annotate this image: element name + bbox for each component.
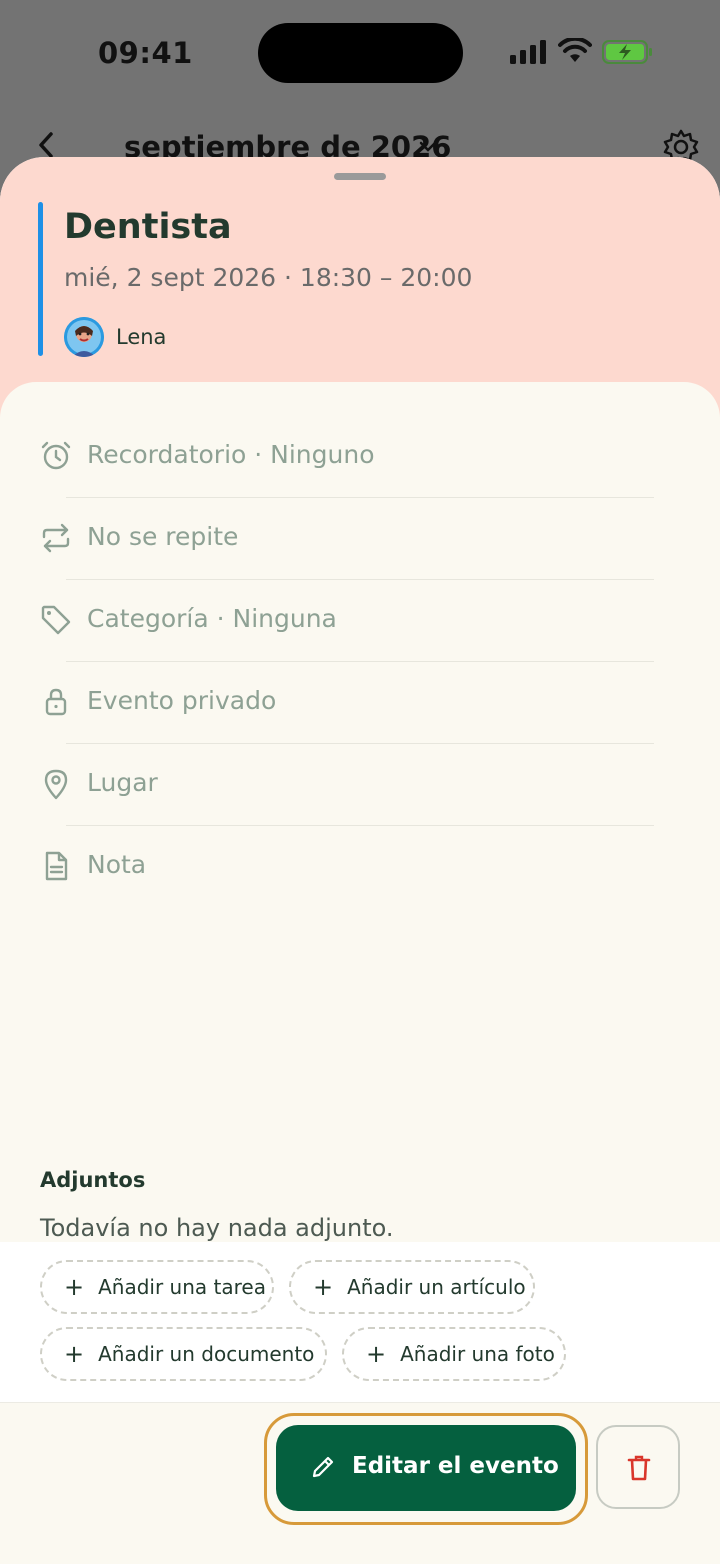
event-detail-sheet: Dentista mié, 2 sept 2026 · 18:30 – 20:0…: [0, 157, 720, 1564]
chevron-down-icon: [419, 141, 437, 152]
plus-icon: +: [64, 1340, 85, 1368]
plus-icon: +: [313, 1273, 334, 1301]
delete-event-button[interactable]: [596, 1425, 680, 1509]
detail-row-reminder[interactable]: Recordatorio · Ninguno: [0, 416, 720, 498]
attachments-title: Adjuntos: [40, 1168, 146, 1192]
chip-label: Añadir una tarea: [98, 1275, 266, 1299]
event-color-bar: [38, 202, 43, 356]
location-pin-icon: [44, 769, 68, 800]
tag-icon: [41, 605, 71, 635]
event-header: Dentista mié, 2 sept 2026 · 18:30 – 20:0…: [0, 157, 720, 417]
alarm-clock-icon: [41, 441, 71, 470]
wifi-icon: [558, 38, 592, 62]
action-footer: Editar el evento: [0, 1402, 720, 1564]
pencil-icon: [312, 1456, 334, 1478]
repeat-icon: [42, 523, 70, 553]
add-task-chip[interactable]: + Añadir una tarea: [40, 1260, 274, 1314]
status-bar: 09:41: [0, 0, 720, 110]
dynamic-island: [258, 23, 463, 83]
detail-label: Recordatorio · Ninguno: [87, 440, 375, 469]
event-datetime: mié, 2 sept 2026 · 18:30 – 20:00: [64, 263, 473, 292]
detail-label: No se repite: [87, 522, 239, 551]
add-document-chip[interactable]: + Añadir un documento: [40, 1327, 327, 1381]
plus-icon: +: [366, 1340, 387, 1368]
chip-label: Añadir un artículo: [347, 1275, 526, 1299]
event-details-body: Recordatorio · Ninguno No se repite Cate…: [0, 382, 720, 1381]
detail-row-repeat[interactable]: No se repite: [0, 498, 720, 580]
chip-label: Añadir una foto: [400, 1342, 555, 1366]
event-participant-name: Lena: [116, 325, 167, 349]
detail-label: Categoría · Ninguna: [87, 604, 337, 633]
person-avatar-icon: [64, 317, 104, 357]
cellular-signal-icon: [510, 40, 546, 64]
add-article-chip[interactable]: + Añadir un artículo: [289, 1260, 535, 1314]
battery-charging-icon: [602, 40, 652, 64]
detail-label: Nota: [87, 850, 147, 879]
detail-row-note[interactable]: Nota: [0, 826, 720, 908]
detail-row-category[interactable]: Categoría · Ninguna: [0, 580, 720, 662]
attachments-empty-text: Todavía no hay nada adjunto.: [40, 1214, 394, 1242]
detail-label: Evento privado: [87, 686, 277, 715]
add-photo-chip[interactable]: + Añadir una foto: [342, 1327, 566, 1381]
status-time: 09:41: [98, 36, 193, 70]
event-title: Dentista: [64, 207, 232, 247]
avatar: [64, 317, 104, 357]
note-document-icon: [45, 851, 68, 881]
edit-event-label: Editar el evento: [352, 1453, 559, 1479]
plus-icon: +: [64, 1273, 85, 1301]
chip-label: Añadir un documento: [98, 1342, 315, 1366]
edit-event-button[interactable]: Editar el evento: [276, 1425, 576, 1511]
trash-icon: [627, 1455, 651, 1481]
sheet-grabber[interactable]: [334, 173, 386, 180]
detail-row-location[interactable]: Lugar: [0, 744, 720, 826]
detail-row-private[interactable]: Evento privado: [0, 662, 720, 744]
lock-icon: [45, 688, 67, 716]
back-chevron-icon: [39, 132, 53, 158]
detail-label: Lugar: [87, 768, 158, 797]
